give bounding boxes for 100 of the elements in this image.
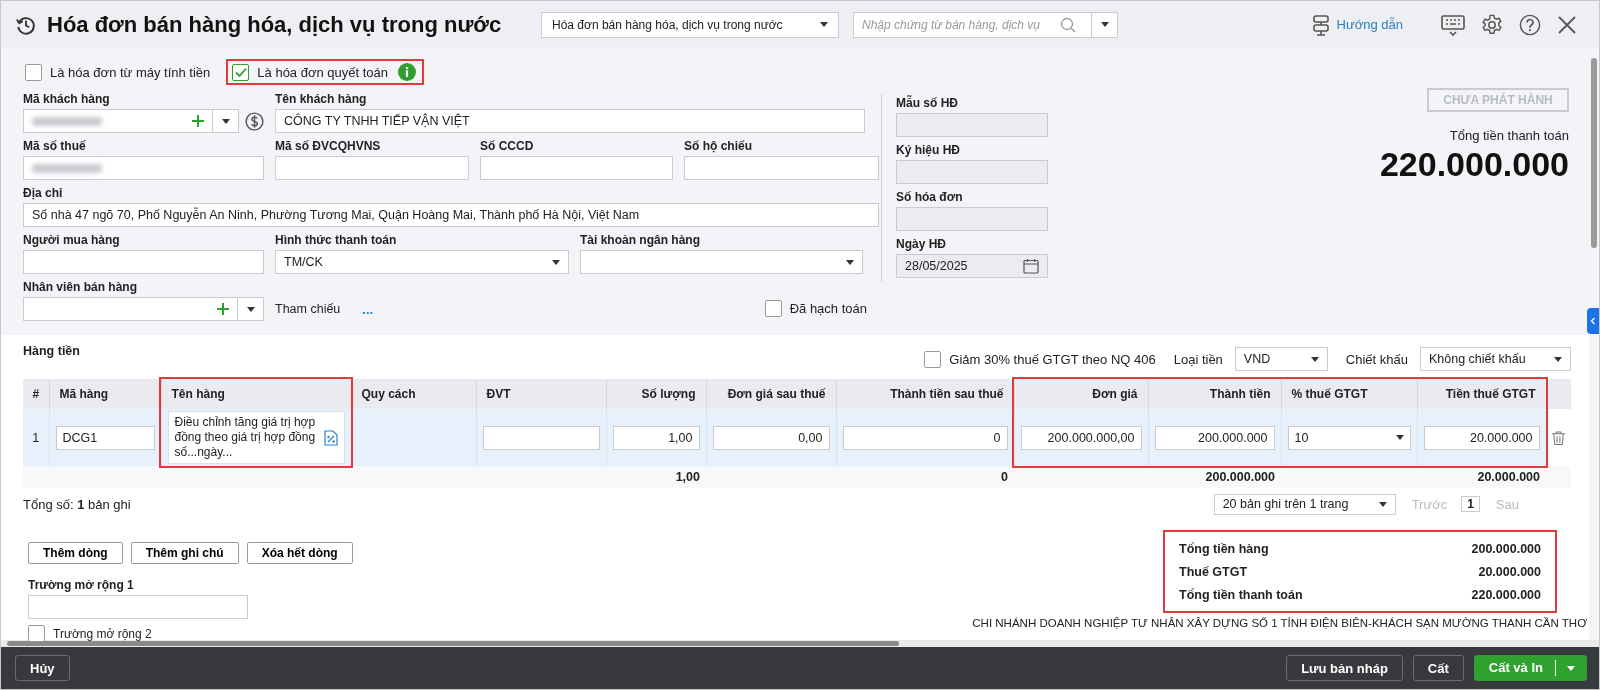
dropdown-field[interactable]: TM/CK	[275, 250, 569, 274]
caret-icon	[1554, 356, 1562, 362]
footer-button[interactable]: Lưu bản nháp	[1286, 655, 1403, 681]
summary-label: Tổng tiền hàng	[1179, 541, 1269, 556]
action-button[interactable]: Thêm ghi chú	[130, 542, 239, 564]
caret-icon	[820, 22, 828, 27]
text-field[interactable]	[684, 156, 879, 180]
checkbox[interactable]	[924, 350, 942, 368]
text-field[interactable]: CÔNG TY TNHH TIẾP VẬN VIỆT	[275, 109, 865, 133]
checkbox[interactable]	[25, 63, 42, 81]
info-icon[interactable]	[398, 63, 416, 81]
cell-input[interactable]: 20.000.000	[1423, 425, 1540, 450]
column-header[interactable]: Tên hàng	[161, 379, 351, 409]
caret-icon[interactable]	[221, 118, 230, 124]
chevron-icon[interactable]	[1590, 317, 1596, 325]
column-header[interactable]: Thành tiền	[1148, 379, 1281, 409]
plus-icon[interactable]	[192, 115, 204, 127]
action-button[interactable]: Thêm dòng	[28, 542, 123, 564]
cell-input[interactable]: 0,00	[712, 425, 830, 450]
keyboard-icon[interactable]	[1441, 13, 1465, 36]
column-header[interactable]: Quy cách	[351, 379, 476, 409]
cell-input[interactable]: 200.000.000,00	[1020, 425, 1142, 450]
text-field[interactable]	[480, 156, 673, 180]
dropdown-field[interactable]: 10	[1287, 425, 1411, 450]
checkbox[interactable]	[28, 625, 45, 642]
dropdown-field[interactable]: Không chiết khấu	[1420, 347, 1571, 371]
column-header[interactable]: #	[23, 379, 49, 409]
column-header[interactable]: Đơn giá	[1014, 379, 1148, 409]
text-field[interactable]	[28, 595, 248, 619]
reference-link[interactable]: ...	[362, 301, 374, 317]
company-name: CHI NHÁNH DOANH NGHIỆP TƯ NHÂN XÂY DỰNG SỐ 1 TỈNH ĐIỆN BIÊN-KHÁCH SẠN MƯỜNG THANH CẦN THƠ	[972, 617, 1587, 629]
summary-value: 220.000.000	[1471, 587, 1541, 602]
search-icon[interactable]	[1060, 16, 1076, 33]
combo-field[interactable]	[23, 109, 239, 133]
column-header[interactable]: ĐVT	[476, 379, 606, 409]
cell-input[interactable]: 0	[842, 425, 1008, 450]
text-field[interactable]	[23, 156, 264, 180]
dropdown-field[interactable]: VND	[1234, 347, 1328, 371]
text-field[interactable]	[23, 250, 264, 274]
search-field[interactable]: Nhập chứng từ bán hàng, dịch vụ	[853, 11, 1092, 38]
checkbox-label: Là hóa đơn từ máy tính tiền	[50, 64, 211, 80]
scroll-thumb[interactable]	[1591, 58, 1597, 248]
column-header[interactable]: Thành tiền sau thuế	[836, 379, 1014, 409]
page-number[interactable]: 1	[1461, 496, 1480, 512]
summary-label: Thuế GTGT	[1179, 564, 1248, 579]
field-label: Trường mở rộng 1	[28, 577, 135, 594]
summary-value: 200.000.000	[1471, 541, 1541, 556]
scroll-thumb[interactable]	[7, 641, 899, 646]
dropdown-button[interactable]	[1092, 11, 1118, 38]
field-label: Ký hiệu HĐ	[896, 142, 961, 159]
column-header[interactable]: Số lượng	[606, 379, 706, 409]
caret-icon[interactable]	[1100, 22, 1109, 27]
dollar-icon[interactable]	[245, 111, 264, 131]
caret-icon	[552, 259, 560, 265]
text-field[interactable]	[275, 156, 469, 180]
help-icon[interactable]	[1519, 13, 1541, 36]
caret-icon[interactable]	[246, 306, 255, 312]
field-label: Tên khách hàng	[275, 91, 368, 108]
column-header[interactable]: Tiền thuế GTGT	[1417, 379, 1546, 409]
field-label: Hình thức thanh toán	[275, 232, 398, 249]
horizontal-scrollbar[interactable]	[1, 640, 1599, 647]
text-field[interactable]: Số nhà 47 ngõ 70, Phố Nguyễn An Ninh, Phường Tương Mai, Quận Hoàng Mai, Thành phố Hà Nội, Việt Nam	[23, 203, 879, 227]
total-amount: 220.000.000	[1379, 145, 1569, 184]
field-label: Mã số thuế	[23, 138, 87, 155]
footer-button[interactable]: Cất	[1412, 655, 1464, 681]
percent-document-icon[interactable]	[323, 429, 338, 446]
caret-icon	[1378, 501, 1387, 507]
form-type-select[interactable]: Hóa đơn bán hàng hóa, dịch vụ trong nước	[541, 11, 839, 38]
delete-icon[interactable]	[1550, 429, 1566, 446]
vertical-scrollbar[interactable]	[1589, 48, 1599, 640]
checkbox-label: Giảm 30% thuế GTGT theo NQ 406	[949, 351, 1156, 367]
cell-input[interactable]: 1,00	[612, 425, 700, 450]
guide-link[interactable]: Hướng dẫn	[1336, 17, 1403, 32]
column-header[interactable]: Đơn giá sau thuế	[706, 379, 836, 409]
combo-field[interactable]	[23, 297, 264, 321]
collapse-tab[interactable]	[1587, 308, 1599, 334]
checkbox[interactable]	[232, 63, 250, 81]
checkbox[interactable]	[764, 300, 782, 317]
close-icon[interactable]	[1557, 14, 1577, 35]
cell-input[interactable]	[482, 425, 600, 450]
field-label: Số hóa đơn	[896, 189, 964, 206]
footer-button[interactable]: Hủy	[15, 655, 70, 681]
field-label: Số hộ chiếu	[684, 138, 753, 155]
column-header[interactable]: % thuế GTGT	[1281, 379, 1417, 409]
plus-icon[interactable]	[217, 303, 229, 315]
window-title: Hóa đơn bán hàng hóa, dịch vụ trong nước	[47, 11, 503, 38]
caret-icon	[1310, 356, 1319, 362]
cell-input[interactable]: DCG1	[55, 425, 155, 450]
field-label: Loại tiền	[1173, 351, 1223, 367]
column-header[interactable]: Mã hàng	[49, 379, 161, 409]
dropdown-field[interactable]	[580, 250, 863, 274]
field-label: Nhân viên bán hàng	[23, 279, 138, 296]
checkbox-label: Là hóa đơn quyết toán	[257, 64, 388, 80]
settings-icon[interactable]	[1481, 13, 1503, 36]
table-cell: 1	[23, 409, 49, 466]
action-button[interactable]: Xóa hết dòng	[246, 542, 353, 564]
cell-input[interactable]: 200.000.000	[1154, 425, 1275, 450]
summary-value: 20.000.000	[1478, 564, 1541, 579]
page-size-select[interactable]: 20 bản ghi trên 1 trang	[1213, 493, 1396, 515]
signpost-icon[interactable]	[1310, 13, 1331, 36]
